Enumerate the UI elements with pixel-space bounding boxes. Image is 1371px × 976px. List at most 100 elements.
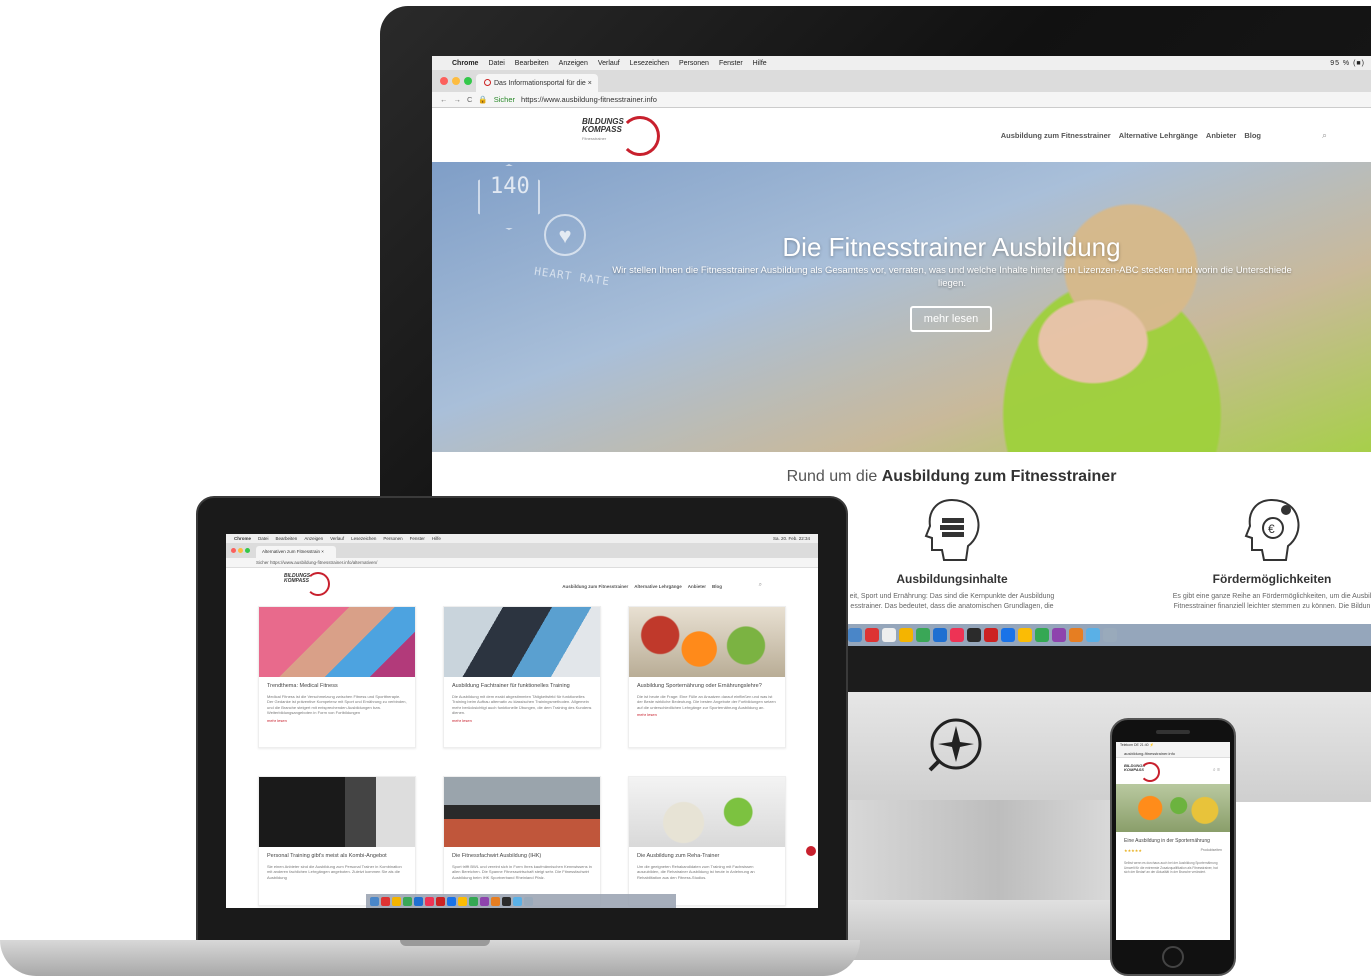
article-card[interactable]: Die Fitnessfachwirt Ausbildung (IHK) Spo… — [443, 776, 601, 906]
dock-app-icon[interactable] — [425, 896, 434, 906]
menu-item-bearbeiten[interactable]: Bearbeiten — [276, 536, 298, 541]
nav-item-anbieter[interactable]: Anbieter — [688, 584, 706, 589]
nav-item-alternative[interactable]: Alternative Lehrgänge — [634, 584, 682, 589]
dock-app-icon[interactable] — [392, 896, 401, 906]
menu-item-datei[interactable]: Datei — [488, 60, 504, 67]
dock-app-icon[interactable] — [502, 896, 511, 906]
card-read-more-link[interactable]: mehr lesen — [259, 716, 415, 725]
article-card[interactable]: Ausbildung Sporternährung oder Ernährung… — [628, 606, 786, 748]
site-logo[interactable]: BILDUNGS KOMPASS — [1124, 762, 1160, 782]
menu-item-lesezeichen[interactable]: Lesezeichen — [351, 536, 376, 541]
menu-item-verlauf[interactable]: Verlauf — [598, 60, 620, 67]
article-card[interactable]: Personal Training gibt's meist als Kombi… — [258, 776, 416, 906]
window-minimize-button[interactable] — [238, 548, 243, 553]
address-bar[interactable]: Sicher https://www.ausbildung-fitnesstra… — [226, 558, 818, 568]
menu-item-fenster[interactable]: Fenster — [719, 60, 743, 67]
menu-item-hilfe[interactable]: Hilfe — [432, 536, 441, 541]
dock-app-icon[interactable] — [447, 896, 456, 906]
feature-foerdermoeglichkeiten[interactable]: € Fördermöglichkeiten Es gibt eine ganze… — [1132, 496, 1371, 612]
dock-app-icon[interactable] — [916, 628, 930, 642]
dock-folder-icon[interactable] — [513, 896, 522, 906]
dock-app-icon[interactable] — [882, 628, 896, 642]
dock-app-icon[interactable] — [984, 628, 998, 642]
dock-app-icon[interactable] — [967, 628, 981, 642]
menu-item-personen[interactable]: Personen — [383, 536, 402, 541]
card-read-more-link[interactable]: mehr lesen — [629, 710, 785, 719]
iphone-home-button[interactable] — [1162, 946, 1184, 968]
dock-app-icon[interactable] — [403, 896, 412, 906]
nav-item-ausbildung[interactable]: Ausbildung zum Fitnesstrainer — [562, 584, 628, 589]
article-card[interactable]: Trendthema: Medical Fitness Medical Fitn… — [258, 606, 416, 748]
scroll-top-button[interactable] — [806, 846, 816, 856]
back-arrow-icon[interactable]: ← — [440, 95, 448, 104]
article-card[interactable]: Die Ausbildung zum Reha-Trainer Um die g… — [628, 776, 786, 906]
card-read-more-link[interactable]: mehr lesen — [444, 716, 600, 725]
nav-item-blog[interactable]: Blog — [712, 584, 722, 589]
hero-read-more-button[interactable]: mehr lesen — [910, 306, 992, 332]
dock-app-icon[interactable] — [414, 896, 423, 906]
menu-item-lesezeichen[interactable]: Lesezeichen — [630, 60, 669, 67]
dock-app-icon[interactable] — [469, 896, 478, 906]
window-zoom-button[interactable] — [464, 77, 472, 85]
dock-app-icon[interactable] — [381, 896, 390, 906]
browser-tab[interactable]: Das Informationsportal für die × — [476, 74, 598, 92]
window-minimize-button[interactable] — [452, 77, 460, 85]
window-close-button[interactable] — [231, 548, 236, 553]
feature-title: Fördermöglichkeiten — [1212, 572, 1332, 586]
search-icon[interactable]: ⌕ — [759, 582, 762, 589]
dock-app-icon[interactable] — [933, 628, 947, 642]
address-bar[interactable]: ausbildung-fitnesstrainer.info — [1116, 749, 1230, 758]
post-text: Selbst wenn es durchaus auch bei der Aus… — [1124, 861, 1218, 874]
dock-app-icon[interactable] — [370, 896, 379, 906]
address-bar[interactable]: https://www.ausbildung-fitnesstrainer.in… — [521, 95, 657, 104]
menu-item-anzeigen[interactable]: Anzeigen — [559, 60, 588, 67]
dock-app-icon[interactable] — [1069, 628, 1083, 642]
menu-item-verlauf[interactable]: Verlauf — [330, 536, 344, 541]
reload-icon[interactable]: C — [467, 95, 472, 104]
feature-text: eit, Sport und Ernährung: Das sind die K… — [849, 593, 1055, 600]
main-nav: Ausbildung zum Fitnesstrainer Alternativ… — [1001, 131, 1261, 140]
menu-item-anzeigen[interactable]: Anzeigen — [304, 536, 323, 541]
card-text: Um die geeigneten Rehakandidaten zum Tra… — [637, 863, 755, 880]
nav-item-anbieter[interactable]: Anbieter — [1206, 131, 1236, 140]
compass-ring-icon — [620, 116, 660, 156]
dock-app-icon[interactable] — [848, 628, 862, 642]
window-close-button[interactable] — [440, 77, 448, 85]
dock-app-icon[interactable] — [491, 896, 500, 906]
forward-arrow-icon[interactable]: → — [454, 95, 462, 104]
trash-icon[interactable] — [524, 896, 533, 906]
dock-app-icon[interactable] — [436, 896, 445, 906]
menu-item-chrome[interactable]: Chrome — [234, 536, 251, 541]
dock-app-icon[interactable] — [950, 628, 964, 642]
menu-item-personen[interactable]: Personen — [679, 60, 709, 67]
dock-folder-icon[interactable] — [1086, 628, 1100, 642]
feature-ausbildungsinhalte[interactable]: Ausbildungsinhalte eit, Sport und Ernähr… — [812, 496, 1092, 612]
dock-app-icon[interactable] — [865, 628, 879, 642]
nav-item-alternative[interactable]: Alternative Lehrgänge — [1119, 131, 1198, 140]
menu-item-fenster[interactable]: Fenster — [410, 536, 425, 541]
article-card[interactable]: Ausbildung Fachtrainer für funktionelles… — [443, 606, 601, 748]
dock-app-icon[interactable] — [1035, 628, 1049, 642]
nav-item-ausbildung[interactable]: Ausbildung zum Fitnesstrainer — [1001, 131, 1111, 140]
window-zoom-button[interactable] — [245, 548, 250, 553]
section-title-prefix: Rund um die — [786, 468, 882, 485]
search-icon[interactable]: ⌕ — [1322, 130, 1327, 141]
search-menu-icon[interactable]: ⌕ ≡ — [1213, 767, 1220, 773]
site-logo[interactable]: BILDUNGS KOMPASS — [284, 572, 330, 596]
dock-app-icon[interactable] — [480, 896, 489, 906]
dock-app-icon[interactable] — [458, 896, 467, 906]
nav-item-blog[interactable]: Blog — [1244, 131, 1261, 140]
menu-item-datei[interactable]: Datei — [258, 536, 269, 541]
post-title: Eine Ausbildung in der Sporternährung — [1124, 838, 1210, 844]
menu-item-hilfe[interactable]: Hilfe — [753, 60, 767, 67]
dock-app-icon[interactable] — [1052, 628, 1066, 642]
menu-item-bearbeiten[interactable]: Bearbeiten — [515, 60, 549, 67]
dock-app-icon[interactable] — [1001, 628, 1015, 642]
trash-icon[interactable] — [1103, 628, 1117, 642]
post-image-fruits — [1116, 784, 1230, 832]
browser-tab[interactable]: Alternativen zum Fitnesstrain × — [256, 546, 336, 558]
menu-item-chrome[interactable]: Chrome — [452, 60, 478, 67]
dock-app-icon[interactable] — [1018, 628, 1032, 642]
site-logo[interactable]: BILDUNGS KOMPASS Fitnesstrainer — [582, 116, 662, 162]
dock-app-icon[interactable] — [899, 628, 913, 642]
